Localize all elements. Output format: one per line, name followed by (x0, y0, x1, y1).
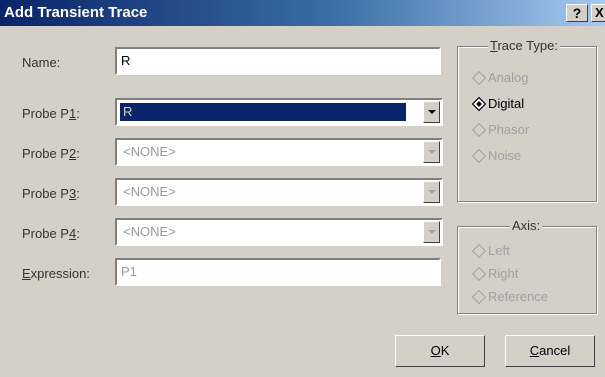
probe-p4-label: Probe P4: (22, 226, 80, 241)
probe-p4-value: <NONE> (123, 224, 176, 239)
probe-p2-dropdown-button[interactable] (423, 141, 440, 163)
ok-button[interactable]: OK (395, 335, 485, 367)
radio-icon (471, 289, 487, 305)
radio-icon (471, 70, 487, 86)
probe-p2-label: Probe P2: (22, 146, 80, 161)
cancel-button[interactable]: Cancel (505, 335, 595, 367)
chevron-down-icon (428, 110, 436, 114)
probe-p4-dropdown-button[interactable] (423, 221, 440, 243)
probe-p1-dropdown-button[interactable] (423, 101, 440, 123)
probe-p3-value: <NONE> (123, 184, 176, 199)
chevron-down-icon (428, 230, 436, 234)
probe-p1-label: Probe P1: (22, 106, 80, 121)
trace-type-digital-radio[interactable]: Digital (471, 96, 524, 112)
probe-p1-value: R (120, 103, 406, 121)
radio-icon (471, 122, 487, 138)
radio-icon (471, 148, 487, 164)
radio-icon (471, 266, 487, 282)
trace-type-noise-radio[interactable]: Noise (471, 148, 521, 164)
close-button[interactable]: X (591, 4, 605, 22)
probe-p2-value: <NONE> (123, 144, 176, 159)
title-bar: Add Transient Trace ? X (0, 0, 605, 26)
trace-type-title: Trace Type: (488, 38, 560, 53)
axis-right-radio[interactable]: Right (471, 266, 518, 282)
axis-group: Axis: Left Right Reference (457, 218, 597, 314)
probe-p3-combo[interactable]: <NONE> (115, 178, 443, 206)
probe-p3-label: Probe P3: (22, 186, 80, 201)
axis-left-radio[interactable]: Left (471, 243, 510, 259)
trace-type-group: Trace Type: Analog Digital Phasor Noise (457, 38, 597, 202)
radio-checked-icon (471, 96, 487, 112)
axis-reference-radio[interactable]: Reference (471, 289, 548, 305)
chevron-down-icon (428, 190, 436, 194)
probe-p1-combo[interactable]: R (115, 98, 443, 126)
window-title: Add Transient Trace (4, 4, 148, 21)
radio-icon (471, 243, 487, 259)
expression-label: Expression: (22, 266, 90, 281)
probe-p2-combo[interactable]: <NONE> (115, 138, 443, 166)
trace-type-phasor-radio[interactable]: Phasor (471, 122, 529, 138)
chevron-down-icon (428, 150, 436, 154)
help-button[interactable]: ? (566, 4, 588, 22)
trace-type-analog-radio[interactable]: Analog (471, 70, 528, 86)
name-label: Name: (22, 55, 61, 70)
probe-p3-dropdown-button[interactable] (423, 181, 440, 203)
expression-input[interactable]: P1 (115, 258, 441, 286)
name-input[interactable]: R (115, 47, 441, 75)
probe-p4-combo[interactable]: <NONE> (115, 218, 443, 246)
axis-title: Axis: (510, 218, 543, 233)
